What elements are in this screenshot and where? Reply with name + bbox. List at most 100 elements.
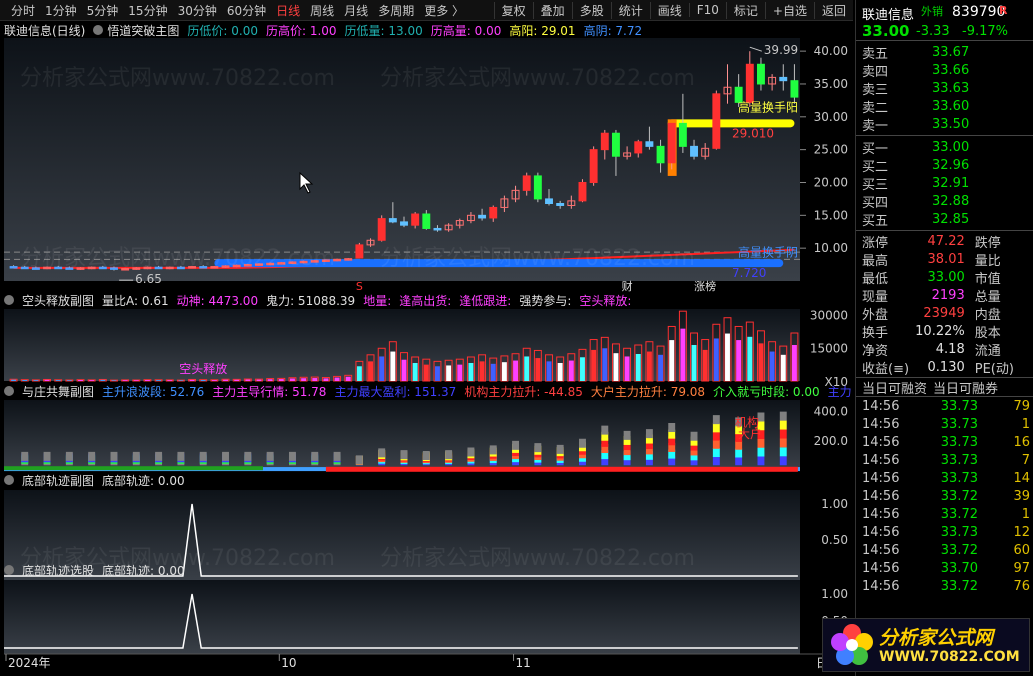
tool-button[interactable]: F10	[688, 3, 726, 17]
candle[interactable]	[121, 268, 130, 271]
volume-bar[interactable]	[223, 379, 228, 381]
trade-row[interactable]: 14:56 33.72 39	[856, 487, 1033, 505]
candle[interactable]	[199, 266, 208, 269]
volume-bar[interactable]	[200, 380, 206, 381]
bid-row[interactable]: 买二 32.96	[856, 156, 1033, 175]
candle[interactable]	[522, 175, 531, 191]
volume-bar[interactable]	[702, 349, 708, 381]
candle[interactable]	[188, 266, 197, 269]
volume-bar[interactable]	[613, 353, 619, 381]
candle[interactable]	[690, 145, 698, 157]
volume-bar[interactable]	[323, 378, 329, 381]
stock-name[interactable]: 联迪信息	[862, 4, 914, 23]
volume-bar[interactable]	[412, 363, 418, 381]
event-mark[interactable]: 涨榜	[694, 279, 716, 293]
dance-panel[interactable]: 400.0200.0机构大户	[4, 400, 848, 472]
volume-bar[interactable]	[301, 378, 307, 381]
margin-buy-label[interactable]: 当日可融资	[856, 378, 927, 397]
bid-row[interactable]: 买五 32.85	[856, 210, 1033, 229]
volume-bar[interactable]	[580, 357, 585, 381]
candle[interactable]	[355, 244, 364, 259]
tab-period[interactable]: 5分钟	[82, 2, 124, 19]
trade-ticks[interactable]: 14:56 33.73 79 14:56 33.73 1 14:56 33.73 16 14:56…	[856, 397, 1033, 595]
volume-bar[interactable]	[769, 351, 775, 381]
volume-bar[interactable]	[178, 380, 184, 381]
trade-row[interactable]: 14:56 33.72 76	[856, 577, 1033, 595]
volume-bar[interactable]	[278, 379, 284, 381]
trade-row[interactable]: 14:56 33.70 97	[856, 559, 1033, 577]
volume-bar[interactable]	[658, 354, 664, 381]
tool-button[interactable]: 画线	[649, 1, 689, 19]
gear-icon[interactable]	[4, 475, 14, 485]
candle[interactable]	[43, 266, 52, 270]
candle[interactable]	[790, 80, 799, 98]
volume-bar[interactable]	[22, 380, 28, 381]
volume-panel[interactable]: 3000015000X10空头释放	[4, 309, 848, 389]
volume-bar[interactable]	[89, 380, 95, 381]
volume-bar[interactable]	[100, 379, 106, 381]
trade-row[interactable]: 14:56 33.73 79	[856, 397, 1033, 415]
ask-row[interactable]: 卖三 33.63	[856, 79, 1033, 98]
volume-bar[interactable]	[725, 333, 730, 381]
candle[interactable]	[556, 203, 565, 206]
volume-bar[interactable]	[713, 338, 719, 381]
volume-bar[interactable]	[691, 345, 697, 381]
candle[interactable]	[65, 267, 74, 270]
chart-area[interactable]: 联迪信息(日线) 悟道突破主图 历低价: 0.00 历高价: 1.00 历低量: 1…	[0, 21, 853, 676]
trade-row[interactable]: 14:56 33.73 14	[856, 469, 1033, 487]
trade-row[interactable]: 14:56 33.72 1	[856, 505, 1033, 523]
volume-bar[interactable]	[457, 364, 463, 381]
candle[interactable]	[745, 63, 754, 103]
candle[interactable]	[31, 267, 40, 270]
volume-bar[interactable]	[133, 380, 139, 381]
volume-bar[interactable]	[78, 380, 83, 381]
candle[interactable]	[422, 213, 431, 229]
volume-bar[interactable]	[11, 379, 17, 381]
volume-bar[interactable]	[55, 380, 61, 381]
candle[interactable]	[87, 266, 96, 270]
candle[interactable]	[656, 145, 665, 164]
main-candle-panel[interactable]: 40.00 35.00 30.00 25.00 20.00 15.00 10.00 39.99…	[4, 38, 848, 293]
ask-row[interactable]: 卖二 33.60	[856, 97, 1033, 116]
volume-bar[interactable]	[736, 340, 742, 381]
candle[interactable]	[634, 141, 643, 154]
volume-bar[interactable]	[33, 380, 39, 381]
candle[interactable]	[232, 264, 241, 268]
ask-row[interactable]: 卖四 33.66	[856, 61, 1033, 80]
volume-bar[interactable]	[189, 379, 195, 381]
volume-bar[interactable]	[423, 364, 429, 381]
tab-period[interactable]: 更多 〉	[419, 2, 469, 19]
candle[interactable]	[288, 261, 297, 264]
volume-bar[interactable]	[245, 379, 251, 381]
candle[interactable]	[779, 76, 788, 82]
trade-row[interactable]: 14:56 33.73 12	[856, 523, 1033, 541]
candle[interactable]	[578, 181, 587, 202]
volume-bar[interactable]	[535, 358, 541, 381]
tool-button[interactable]: 统计	[610, 1, 650, 19]
candle[interactable]	[712, 93, 721, 149]
volume-bar[interactable]	[356, 366, 362, 381]
trade-row[interactable]: 14:56 33.73 7	[856, 451, 1033, 469]
candle[interactable]	[600, 132, 609, 151]
candle[interactable]	[333, 258, 342, 262]
candle[interactable]	[678, 122, 687, 147]
candle[interactable]	[132, 267, 141, 270]
candle[interactable]	[545, 198, 553, 205]
candle[interactable]	[377, 218, 386, 241]
volume-bar[interactable]	[635, 354, 641, 381]
volume-bar[interactable]	[680, 328, 686, 381]
volume-bar[interactable]	[379, 356, 385, 381]
margin-sell-label[interactable]: 当日可融券	[927, 378, 998, 397]
tab-period[interactable]: 月线	[339, 2, 373, 19]
candle[interactable]	[533, 175, 542, 200]
sub4-title[interactable]: 底部轨迹选股	[22, 562, 94, 578]
candle[interactable]	[143, 266, 152, 270]
gear-icon[interactable]	[4, 565, 14, 575]
candle[interactable]	[210, 266, 219, 269]
volume-bar[interactable]	[758, 343, 764, 381]
candle[interactable]	[299, 260, 308, 264]
candle[interactable]	[277, 262, 286, 265]
volume-bar[interactable]	[747, 336, 753, 381]
candle[interactable]	[76, 267, 85, 270]
volume-bar[interactable]	[446, 365, 452, 381]
